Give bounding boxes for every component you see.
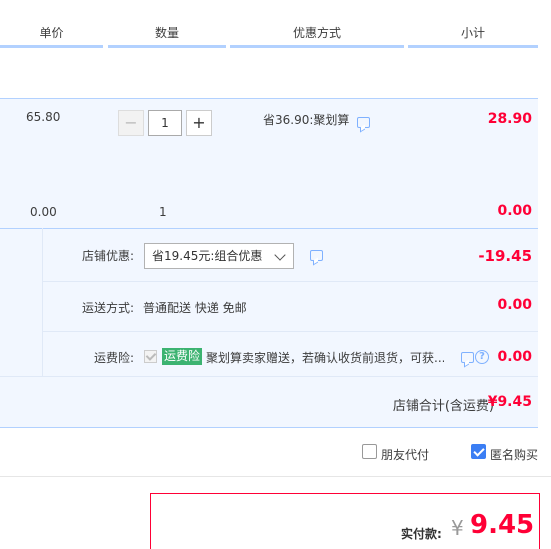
header-subtotal: 小计 [408, 22, 538, 48]
gift-quantity: 1 [159, 205, 167, 219]
item-discount: 省36.90:聚划算 [263, 113, 350, 127]
payment-currency: ¥ [451, 516, 464, 540]
friend-pay-checkbox[interactable] [362, 444, 377, 459]
store-discount-label: 店铺优惠: [81, 249, 134, 263]
store-discount-amount: -19.45 [478, 247, 532, 265]
help-icon[interactable]: ? [475, 350, 489, 364]
table-header: 单价 数量 优惠方式 小计 [0, 22, 551, 48]
increase-button[interactable]: + [186, 110, 212, 136]
insurance-description: 聚划算卖家赠送，若确认收货前退货，可获... [206, 351, 444, 365]
pay-options [0, 429, 551, 477]
insurance-tag: 运费险 [162, 348, 203, 365]
quantity-stepper: − 1 + [118, 110, 242, 136]
gift-subtotal: 0.00 [497, 203, 532, 219]
comment-icon[interactable] [461, 352, 474, 363]
header-quantity: 数量 [108, 22, 226, 48]
chevron-down-icon [274, 249, 286, 261]
comment-icon[interactable] [357, 117, 370, 128]
decrease-button[interactable]: − [118, 110, 144, 136]
anonymous-label[interactable]: 匿名购买 [490, 446, 538, 463]
insurance-label: 运费险: [93, 351, 134, 365]
store-discount-select[interactable]: 省19.45元:组合优惠 [144, 243, 294, 269]
item-subtotal: 28.90 [487, 111, 532, 127]
header-discount: 优惠方式 [230, 22, 404, 48]
store-total-amount: ¥9.45 [487, 394, 532, 410]
shipping-label: 运送方式: [81, 301, 134, 315]
friend-pay-label[interactable]: 朋友代付 [381, 446, 429, 463]
comment-icon[interactable] [310, 250, 323, 261]
payment-label: 实付款: [401, 527, 442, 541]
header-price: 单价 [0, 22, 103, 48]
insurance-checkbox[interactable] [144, 350, 157, 363]
shipping-row: 运送方式: [43, 282, 538, 332]
shipping-method: 普通配送 快递 免邮 [143, 301, 247, 315]
quantity-input[interactable]: 1 [148, 110, 182, 136]
shipping-amount: 0.00 [497, 297, 532, 313]
store-total-label: 店铺合计(含运费) [392, 399, 494, 414]
gift-unit-price: 0.00 [30, 205, 57, 219]
insurance-amount: 0.00 [497, 349, 532, 365]
anonymous-checkbox[interactable] [471, 444, 486, 459]
store-discount-value: 省19.45元:组合优惠 [152, 249, 263, 263]
item-unit-price: 65.80 [26, 110, 61, 124]
payment-amount: 9.45 [470, 510, 535, 540]
